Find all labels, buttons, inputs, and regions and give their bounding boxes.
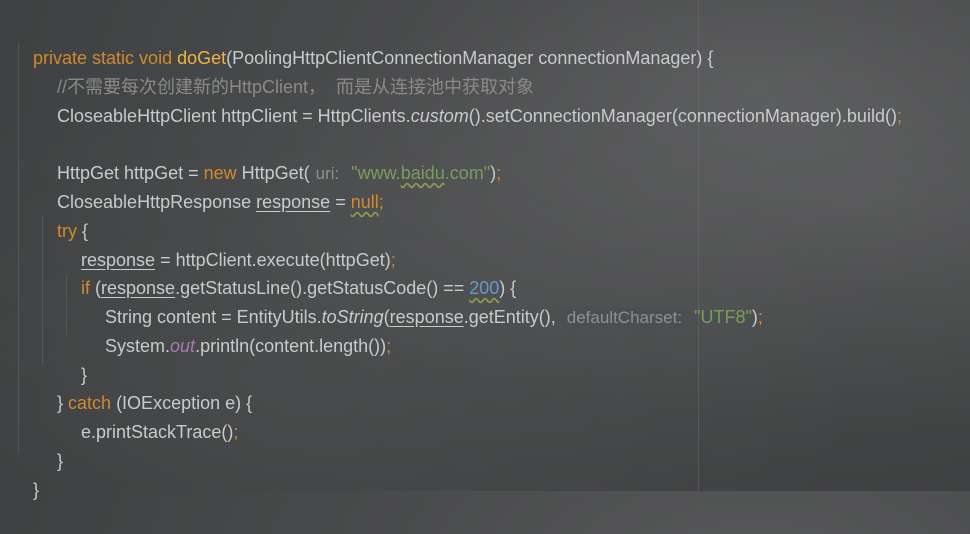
code-text: e.printStackTrace() [81, 422, 234, 442]
string-literal-typo: baidu [400, 163, 445, 183]
closing-brace: } [33, 480, 40, 500]
code-line-16[interactable]: } [13, 447, 39, 500]
code-line-7[interactable]: try { [37, 188, 88, 241]
code-line-8[interactable]: response = httpClient.execute(httpGet); [61, 217, 396, 270]
code-line-6[interactable]: CloseableHttpResponse response = null; [37, 159, 384, 212]
code-text: CloseableHttpClient httpClient = HttpCli… [57, 106, 411, 126]
string-literal: .com" [444, 163, 491, 183]
semicolon: ; [233, 422, 239, 442]
code-line-9[interactable]: if (response.getStatusLine().getStatusCo… [61, 245, 516, 298]
code-text: System. [105, 336, 171, 356]
code-editor[interactable]: private static void doGet(PoolingHttpCli… [0, 0, 970, 500]
code-line-1[interactable]: private static void doGet(PoolingHttpCli… [13, 15, 713, 68]
code-text: ().setConnectionManager(connectionManage… [468, 106, 897, 126]
semicolon: ; [757, 307, 763, 327]
code-line-12[interactable]: } [61, 332, 87, 385]
keyword-null: null [350, 192, 379, 212]
code-line-3[interactable]: CloseableHttpClient httpClient = HttpCli… [37, 73, 902, 126]
closing-brace: } [57, 451, 64, 471]
semicolon: ; [378, 192, 384, 212]
semicolon: ; [896, 106, 902, 126]
code-line-14[interactable]: e.printStackTrace(); [61, 389, 238, 442]
static-method-call: custom [410, 106, 469, 126]
semicolon: ; [496, 163, 502, 183]
code-text: .getEntity(), [463, 307, 561, 327]
code-text: .println(content.length()) [195, 336, 387, 356]
variable-response: response [389, 307, 464, 327]
code-line-10[interactable]: String content = EntityUtils.toString(re… [85, 274, 763, 329]
parameter-hint-charset: defaultCharset: [560, 307, 689, 329]
code-line-5[interactable]: HttpGet httpGet = new HttpGet(uri: "www.b… [37, 130, 501, 185]
code-line-11[interactable]: System.out.println(content.length()); [85, 303, 391, 356]
variable-response: response [256, 192, 331, 212]
indent-guide [18, 42, 19, 454]
static-field-out: out [170, 336, 196, 356]
semicolon: ; [386, 336, 392, 356]
code-line-15[interactable]: } [37, 418, 63, 471]
code-line-13[interactable]: } catch (IOException e) { [37, 360, 252, 413]
string-literal: "UTF8" [694, 307, 752, 327]
code-line-2[interactable]: //不需要每次创建新的HttpClient， 而是从连接池中获取对象 [37, 44, 534, 97]
code-text: = [330, 192, 351, 212]
